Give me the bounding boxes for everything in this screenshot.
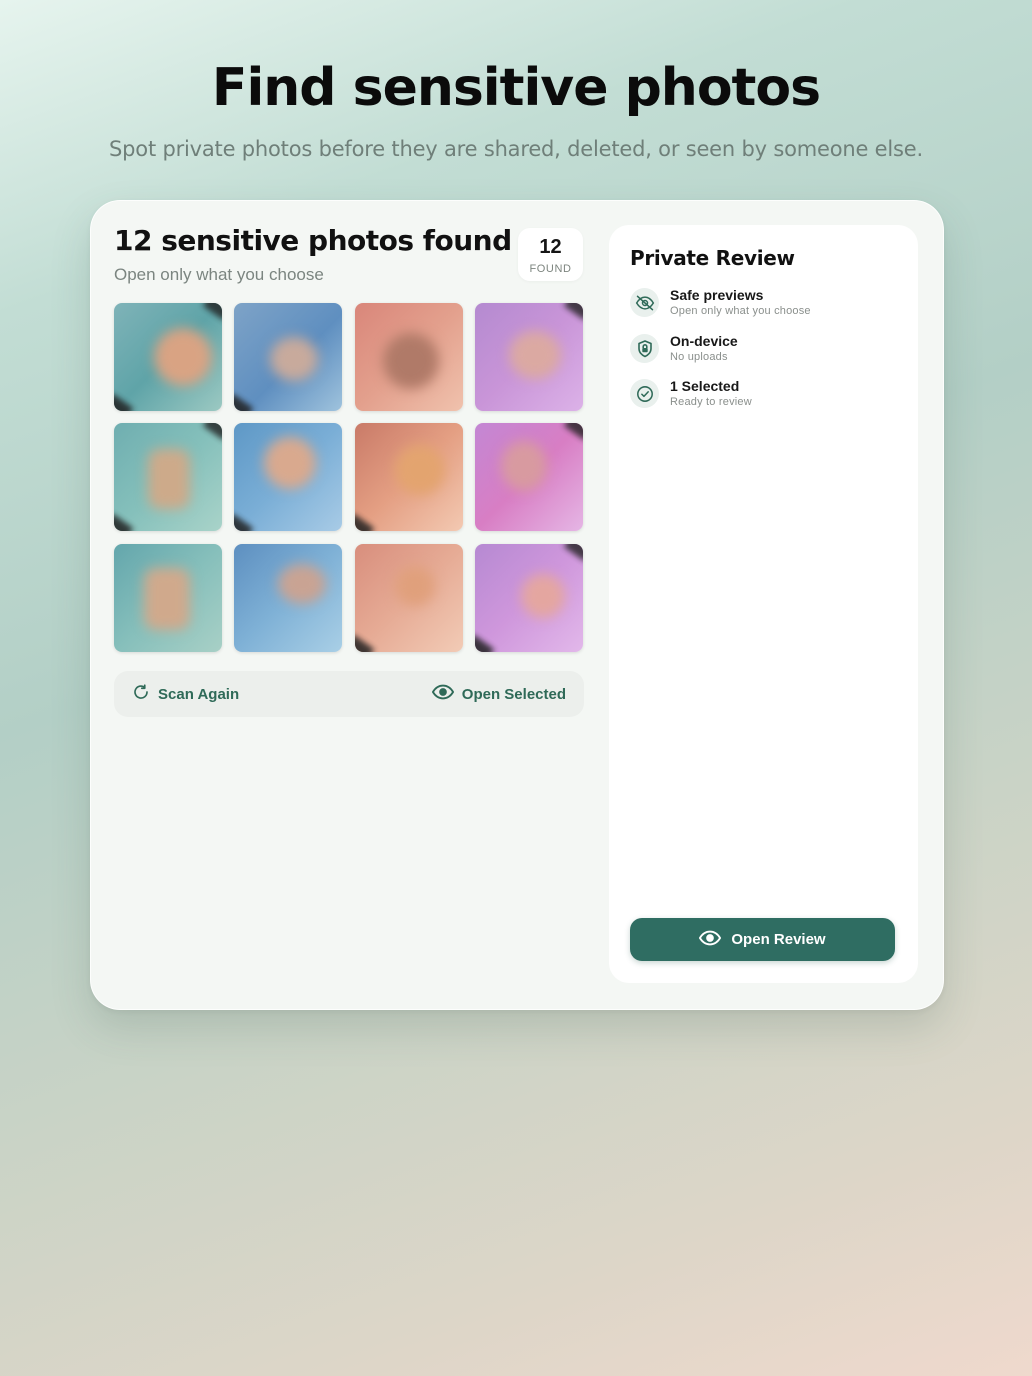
scan-again-button[interactable]: Scan Again [132,671,239,717]
review-panel-title: Private Review [630,246,795,270]
found-count: 12 [539,236,562,258]
results-title: 12 sensitive photos found [114,224,512,257]
photo-thumbnail[interactable] [355,544,463,652]
open-selected-button[interactable]: Open Selected [431,671,566,717]
photo-thumbnail[interactable] [234,544,342,652]
photo-thumbnail[interactable] [114,423,222,531]
check-circle-icon [630,379,659,408]
feature-subtitle: Ready to review [670,396,752,408]
photo-grid [114,303,584,653]
refresh-icon [132,683,150,705]
feature-selected: 1 Selected Ready to review [630,378,910,418]
photo-thumbnail[interactable] [355,423,463,531]
photo-thumbnail[interactable] [355,303,463,411]
feature-title: Safe previews [670,287,764,303]
feature-safe-previews: Safe previews Open only what you choose [630,287,910,327]
page-title: Find sensitive photos [211,58,821,118]
feature-on-device: On-device No uploads [630,333,910,373]
feature-title: 1 Selected [670,378,740,394]
results-subtitle: Open only what you choose [114,265,324,284]
action-bar: Scan Again Open Selected [114,671,584,717]
eye-slash-icon [630,288,659,317]
eye-icon [699,930,722,950]
photo-thumbnail[interactable] [114,303,222,411]
open-review-button[interactable]: Open Review [630,918,895,961]
feature-subtitle: Open only what you choose [670,305,811,317]
photo-thumbnail[interactable] [475,544,583,652]
photo-thumbnail[interactable] [114,544,222,652]
lock-shield-icon [630,334,659,363]
photo-thumbnail[interactable] [475,423,583,531]
photo-thumbnail[interactable] [234,423,342,531]
eye-icon [431,684,454,704]
scan-again-label: Scan Again [158,685,240,703]
photo-thumbnail[interactable] [475,303,583,411]
feature-subtitle: No uploads [670,351,728,363]
open-review-label: Open Review [731,931,826,948]
photo-thumbnail[interactable] [234,303,342,411]
found-label: FOUND [529,263,572,275]
open-selected-label: Open Selected [461,685,566,703]
feature-title: On-device [670,333,738,349]
found-count-badge: 12 FOUND [518,228,583,281]
page-subtitle: Spot private photos before they are shar… [109,137,923,161]
